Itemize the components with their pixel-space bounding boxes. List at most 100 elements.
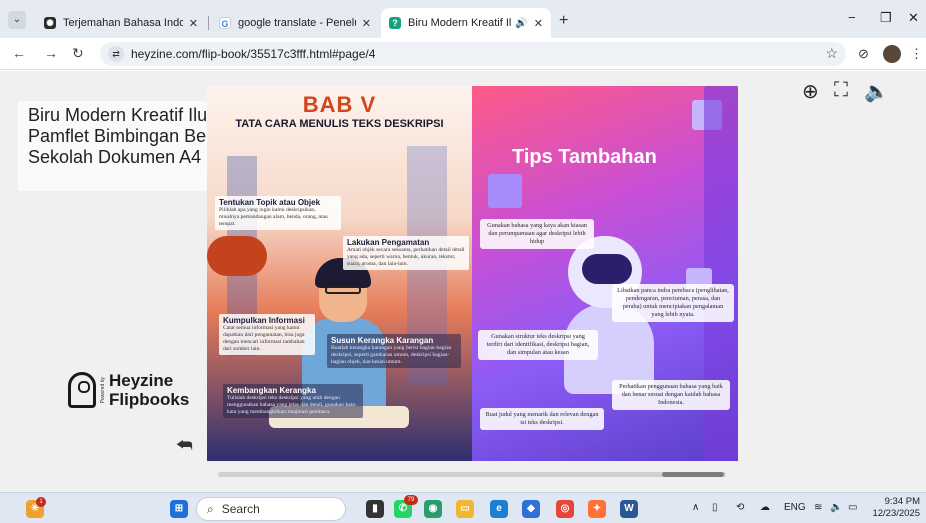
- page-scrollbar-thumb[interactable]: [662, 472, 724, 477]
- right-page[interactable]: Tips Tambahan Gunakan bahasa yang kaya a…: [472, 86, 738, 461]
- word-icon[interactable]: W: [620, 500, 638, 518]
- volume-icon[interactable]: 🔈: [830, 502, 842, 513]
- step-heading: Kembangkan Kerangka: [227, 386, 316, 395]
- tray-app-icon[interactable]: ⟲: [736, 502, 744, 513]
- clock-date: 12/23/2025: [872, 508, 920, 519]
- step-heading: Kumpulkan Informasi: [223, 316, 305, 325]
- url-text: heyzine.com/flip-book/35517c3fff.html#pa…: [131, 47, 376, 61]
- firefox-icon[interactable]: ✦: [588, 500, 606, 518]
- system-clock[interactable]: 9:34 PM 12/23/2025: [872, 496, 920, 520]
- profile-avatar[interactable]: [883, 45, 901, 63]
- more-menu-icon[interactable]: ⋮: [910, 46, 923, 62]
- glasses-icon: [325, 286, 361, 294]
- reload-icon[interactable]: ↻: [72, 45, 84, 62]
- tab-close-icon[interactable]: ✕: [534, 17, 543, 30]
- tip-card: Gunakan struktur teks deskripsi yang ter…: [478, 330, 598, 360]
- edge-browser-icon[interactable]: e: [490, 500, 508, 518]
- minimize-button[interactable]: −: [848, 10, 856, 25]
- tab-title: Terjemahan Bahasa Indonesia: [63, 17, 183, 29]
- heyzine-favicon-icon: ?: [389, 17, 401, 29]
- windows-start-icon[interactable]: ⊞: [170, 500, 188, 518]
- site-favicon-icon: ✺: [44, 17, 56, 29]
- tab-terjemahan[interactable]: ✺ Terjemahan Bahasa Indonesia ✕: [36, 8, 206, 38]
- flipbook-viewer: Biru Modern Kreatif Ilustrasi Pamflet Bi…: [0, 71, 926, 492]
- extensions-icon[interactable]: ⊘: [858, 46, 869, 62]
- google-icon: G: [219, 17, 231, 29]
- bookmark-star-icon[interactable]: ☆: [825, 45, 838, 62]
- step-text: Catat semua informasi yang kamu dapatkan…: [223, 325, 305, 352]
- step-card: Kumpulkan Informasi Catat semua informas…: [219, 314, 315, 355]
- step-text: Pilihlah apa yang ingin kamu deskripsika…: [219, 207, 328, 227]
- doc-title: Biru Modern Kreatif Ilustrasi Pamflet Bi…: [28, 105, 208, 167]
- leaf-decoration: [207, 236, 267, 276]
- browser-toolbar: ← → ↻ ⇄ heyzine.com/flip-book/35517c3fff…: [0, 38, 926, 70]
- tips-title: Tips Tambahan: [512, 146, 657, 168]
- copilot-icon[interactable]: ◉: [424, 500, 442, 518]
- chapter-subtitle: TATA CARA MENULIS TEKS DESKRIPSI: [235, 118, 444, 130]
- doc-title-card: Biru Modern Kreatif Ilustrasi Pamflet Bi…: [18, 101, 208, 191]
- tab-title: Biru Modern Kreatif Ilustras: [408, 17, 512, 29]
- tab-strip: ⌄ ✺ Terjemahan Bahasa Indonesia ✕ G goog…: [0, 0, 926, 38]
- tray-app-icon[interactable]: ▯: [712, 502, 718, 513]
- search-icon: ⌕: [207, 501, 214, 516]
- task-view-icon[interactable]: ▮: [366, 500, 384, 518]
- tip-card: Buat judul yang menarik dan relevan deng…: [480, 408, 604, 430]
- step-heading: Lakukan Pengamatan: [347, 238, 430, 247]
- step-card: Tentukan Topik atau Objek Pilihlah apa y…: [215, 196, 341, 230]
- tab-search-button[interactable]: ⌄: [8, 11, 26, 29]
- tab-google-translate[interactable]: G google translate - Penelusuran ✕: [211, 8, 379, 38]
- tip-card: Libatkan panca indra pembaca (penglihata…: [612, 284, 734, 322]
- left-page[interactable]: BAB V TATA CARA MENULIS TEKS DESKRIPSI T…: [207, 86, 472, 461]
- store-icon[interactable]: ◆: [522, 500, 540, 518]
- heyzine-logo-icon: [68, 372, 96, 408]
- brand-name: Heyzine Flipbooks: [109, 371, 190, 409]
- step-heading: Tentukan Topik atau Objek: [219, 198, 321, 207]
- tip-card: Perhatikan penggunaan bahasa yang baik d…: [612, 380, 730, 410]
- tab-separator: [208, 16, 209, 30]
- zoom-in-icon[interactable]: ⊕: [802, 79, 819, 104]
- chrome-icon[interactable]: ◎: [556, 500, 574, 518]
- step-card: Susun Kerangka Karangan Buatlah kerangka…: [327, 334, 461, 368]
- chapter-heading: BAB V: [302, 92, 377, 117]
- flipbook-spread[interactable]: BAB V TATA CARA MENULIS TEKS DESKRIPSI T…: [207, 86, 738, 461]
- cube-decoration: [488, 174, 522, 208]
- whatsapp-badge: 79: [404, 495, 418, 505]
- powered-by-label: Powered by: [100, 376, 106, 404]
- taskbar-search[interactable]: ⌕ Search: [196, 497, 346, 521]
- forward-arrow-icon[interactable]: →: [44, 45, 58, 61]
- site-info-icon[interactable]: ⇄: [108, 46, 124, 62]
- step-text: Buatlah kerangka karangan yang berisi ba…: [331, 345, 452, 365]
- page-scrollbar-track[interactable]: [218, 472, 726, 477]
- fullscreen-icon[interactable]: ⛶: [834, 79, 848, 102]
- step-text: Amati objek secara seksama, perhatikan d…: [347, 247, 465, 267]
- robot-visor: [582, 254, 632, 284]
- tray-chevron-icon[interactable]: ∧: [692, 502, 699, 513]
- step-card: Kembangkan Kerangka Tulislah deskripsi t…: [223, 384, 363, 418]
- weather-badge: 1: [36, 497, 46, 507]
- windows-taskbar: ☀ 1 ⊞ ⌕ Search ▮ ✆ 79 ◉ ▭ e ◆ ◎ ✦ W ∧ ▯ …: [0, 492, 926, 523]
- tab-flipbook[interactable]: ? Biru Modern Kreatif Ilustras 🔊 ✕: [381, 8, 551, 38]
- tab-title: google translate - Penelusuran: [238, 17, 356, 29]
- taskbar-search-placeholder: Search: [221, 502, 260, 516]
- wifi-icon[interactable]: ≋: [814, 502, 822, 513]
- tray-app-icon[interactable]: ☁: [760, 502, 770, 513]
- clock-time: 9:34 PM: [884, 496, 920, 507]
- tip-card: Gunakan bahasa yang kaya akan kiasan dan…: [480, 219, 594, 249]
- tab-close-icon[interactable]: ✕: [362, 17, 371, 30]
- address-bar[interactable]: ⇄ heyzine.com/flip-book/35517c3fff.html#…: [100, 42, 846, 66]
- audio-playing-icon[interactable]: 🔊: [515, 18, 527, 29]
- sound-icon[interactable]: 🔈: [864, 79, 889, 104]
- file-explorer-icon[interactable]: ▭: [456, 500, 474, 518]
- maximize-button[interactable]: ❐: [880, 10, 892, 26]
- share-icon[interactable]: ⮪: [176, 435, 193, 456]
- language-indicator[interactable]: ENG: [784, 502, 806, 513]
- back-arrow-icon[interactable]: ←: [12, 45, 26, 61]
- step-heading: Susun Kerangka Karangan: [331, 336, 434, 345]
- heyzine-brand[interactable]: Powered by Heyzine Flipbooks: [68, 371, 189, 409]
- step-text: Tulislah deskripsi teks deskripsi yang u…: [227, 395, 357, 415]
- new-tab-button[interactable]: +: [559, 12, 568, 30]
- tab-close-icon[interactable]: ✕: [189, 17, 198, 30]
- close-window-button[interactable]: ✕: [908, 10, 919, 26]
- battery-icon[interactable]: ▭: [848, 502, 857, 513]
- step-card: Lakukan Pengamatan Amati objek secara se…: [343, 236, 469, 270]
